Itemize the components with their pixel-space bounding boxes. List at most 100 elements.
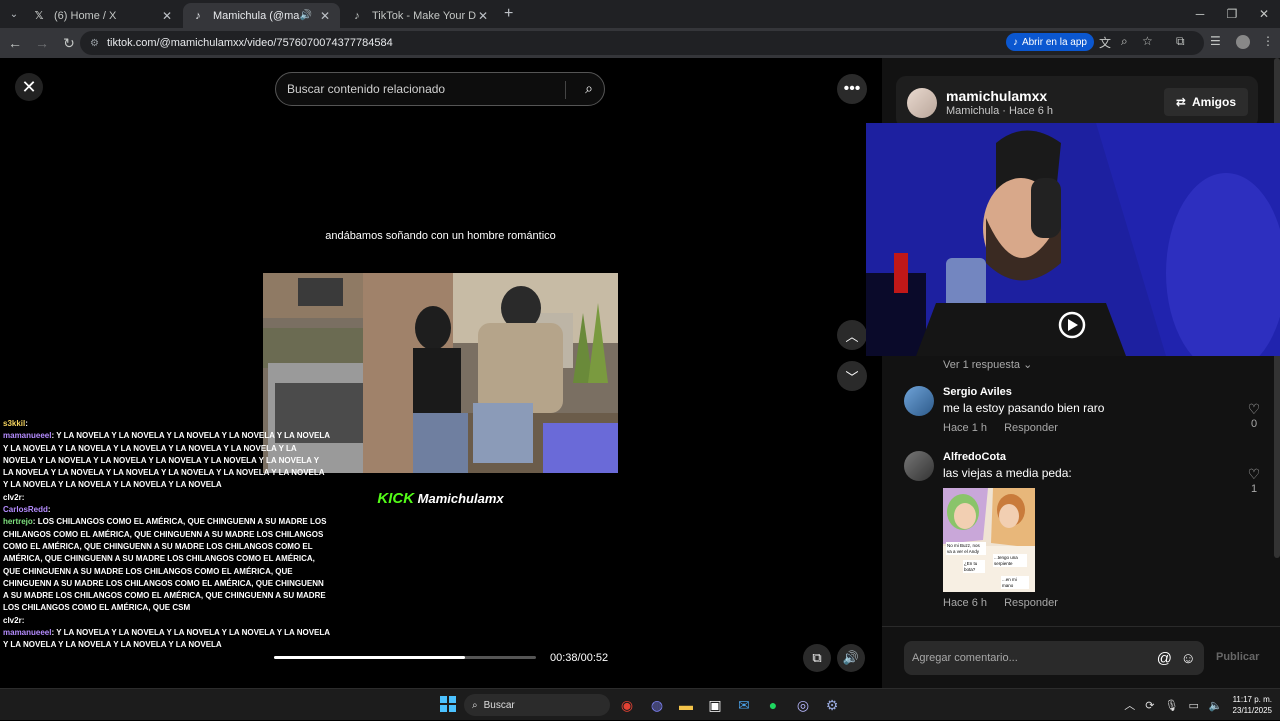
audio-playing-icon[interactable]: 🔊	[300, 10, 312, 21]
app-icon[interactable]: ◎	[793, 695, 813, 715]
browser-menu-icon[interactable]: ⋮	[1262, 34, 1274, 48]
discord-icon[interactable]: ◍	[647, 695, 667, 715]
store-icon[interactable]: ▣	[705, 695, 725, 715]
search-icon: ⌕	[472, 699, 478, 711]
publish-button[interactable]: Publicar	[1216, 651, 1259, 663]
view-replies-link[interactable]: Ver 1 respuesta ⌄	[943, 358, 1032, 371]
volume-icon[interactable]: 🔊	[837, 644, 865, 672]
chat-message: mamanueeel: Y LA NOVELA Y LA NOVELA Y LA…	[0, 430, 330, 491]
like-button[interactable]: ♡ 1	[1244, 466, 1264, 495]
tab-title: (6) Home / X	[54, 9, 117, 22]
zoom-icon[interactable]: ⌕	[1121, 34, 1128, 49]
restore-icon[interactable]: ❐	[1216, 0, 1248, 28]
browser-tab-bar: ⌄ 𝕏 (6) Home / X ✕ ♪ Mamichula (@mamichu…	[0, 0, 1280, 28]
volume-icon[interactable]: 🔈	[1209, 699, 1223, 712]
windows-start-icon[interactable]	[440, 696, 456, 712]
window-close-icon[interactable]: ✕	[1248, 0, 1280, 28]
tab-search-chevron-icon[interactable]: ⌄	[4, 4, 24, 24]
reload-icon[interactable]: ↻	[57, 31, 81, 55]
commenter-name[interactable]: Sergio Aviles	[943, 386, 1012, 398]
mention-icon[interactable]: @	[1157, 650, 1172, 667]
reply-button[interactable]: Responder	[1004, 422, 1058, 434]
microphone-icon[interactable]: 🎙	[1164, 699, 1178, 712]
next-video-chevron-down-icon[interactable]: ﹀	[837, 361, 867, 391]
previous-video-chevron-up-icon[interactable]: ︿	[837, 320, 867, 350]
video-time: 00:38/00:52	[550, 652, 609, 664]
forward-icon[interactable]: →	[30, 31, 54, 55]
sync-icon[interactable]: ⟳	[1145, 699, 1154, 712]
open-in-app-button[interactable]: ♪ Abrir en la app	[1005, 33, 1094, 51]
comment-meta: Hace 6 h Responder	[943, 597, 1072, 609]
video-progress-bar[interactable]	[274, 656, 536, 659]
video-progress-fill	[274, 656, 466, 659]
minimize-icon[interactable]: ─	[1184, 0, 1216, 28]
commenter-avatar[interactable]	[904, 386, 934, 416]
bookmark-star-icon[interactable]: ☆	[1142, 34, 1153, 48]
back-icon[interactable]: ←	[3, 31, 27, 55]
tiktok-logo-icon: ♪	[195, 9, 201, 22]
app-icon[interactable]: ⚙	[822, 695, 842, 715]
search-placeholder: Buscar contenido relacionado	[287, 82, 446, 96]
new-tab-icon[interactable]: +	[504, 5, 513, 23]
tab-mamichula[interactable]: ♪ Mamichula (@mamichulam 🔊 ✕	[183, 3, 340, 28]
heart-icon: ♡	[1247, 466, 1261, 482]
tab-close-icon[interactable]: ✕	[476, 9, 490, 23]
close-video-icon[interactable]: ✕	[15, 73, 43, 101]
search-icon[interactable]: ⌕	[585, 80, 593, 97]
profile-avatar[interactable]	[1236, 35, 1250, 49]
comment-meme-image[interactable]: No mi Buzz, nos va a ver el Andy ¿En tu …	[943, 488, 1035, 592]
chat-username: CarlosRedd	[3, 505, 48, 515]
tiktok-logo-icon: ♪	[1012, 36, 1018, 48]
swap-arrows-icon: ⇄	[1175, 95, 1186, 109]
translate-icon[interactable]: 文	[1099, 34, 1111, 51]
tab-tiktok[interactable]: ♪ TikTok - Make Your Day ✕	[342, 3, 498, 28]
commenter-name[interactable]: AlfredoCota	[943, 451, 1006, 463]
author-username[interactable]: mamichulamxx	[946, 88, 1047, 104]
comment-input[interactable]: Agregar comentario... @ ☺	[904, 641, 1204, 675]
chrome-icon[interactable]: ◉	[617, 695, 637, 715]
tiktok-logo-icon: ♪	[354, 9, 360, 22]
meme-bubble: No mi Buzz, nos va a ver el Andy	[946, 542, 986, 555]
reply-button[interactable]: Responder	[1004, 597, 1058, 609]
taskbar-search[interactable]: ⌕ Buscar	[464, 694, 610, 716]
friends-button[interactable]: ⇄ Amigos	[1163, 88, 1248, 116]
comment-time: Hace 1 h	[943, 422, 988, 434]
more-options-icon[interactable]: •••	[837, 74, 867, 104]
tab-close-icon[interactable]: ✕	[160, 9, 174, 23]
mail-icon[interactable]: ✉	[734, 695, 754, 715]
file-explorer-icon[interactable]: ▬	[676, 695, 696, 715]
chat-message: CarlosRedd:	[0, 504, 330, 516]
chat-username: mamanueeel	[3, 431, 52, 441]
comment-time: Hace 6 h	[943, 597, 988, 609]
taskbar-search-label: Buscar	[483, 699, 515, 711]
reading-list-icon[interactable]: ☰	[1210, 34, 1221, 48]
kick-logo-text: KICK	[377, 490, 415, 507]
emoji-icon[interactable]: ☺	[1181, 650, 1196, 667]
chat-message: hertrejo: LOS CHILANGOS COMO EL AMÉRICA,…	[0, 516, 330, 614]
spotify-icon[interactable]: ●	[763, 695, 783, 715]
floating-player-icon[interactable]: ⧉	[803, 644, 831, 672]
commenter-avatar[interactable]	[904, 451, 934, 481]
tab-x-home[interactable]: 𝕏 (6) Home / X ✕	[24, 3, 182, 28]
site-info-icon[interactable]: ⚙	[90, 38, 99, 49]
tray-chevron-up-icon[interactable]: ︿	[1124, 697, 1135, 713]
chat-separator: :	[47, 505, 51, 515]
tab-title: TikTok - Make Your Day	[372, 9, 476, 22]
system-clock[interactable]: 11:17 p. m. 23/11/2025	[1233, 694, 1272, 716]
like-button[interactable]: ♡ 0	[1244, 401, 1264, 430]
streamer-cam-graphic	[866, 123, 1280, 356]
comment-meta: Hace 1 h Responder	[943, 422, 1072, 434]
related-search-input[interactable]: Buscar contenido relacionado ⌕	[275, 72, 605, 106]
chat-separator: :	[21, 492, 25, 502]
author-avatar[interactable]	[907, 88, 937, 118]
clock-date: 23/11/2025	[1232, 706, 1272, 715]
extensions-icon[interactable]: ⧉	[1176, 34, 1185, 49]
chat-separator: :	[25, 419, 28, 428]
network-icon[interactable]: ▭	[1188, 699, 1198, 712]
author-subtitle: Mamichula · Hace 6 h	[946, 105, 1053, 117]
meme-bubble: ...tengo una serpiente	[993, 554, 1027, 567]
tab-close-icon[interactable]: ✕	[318, 9, 332, 23]
system-tray: ︿ ⟳ 🎙 ▭ 🔈 11:17 p. m. 23/11/2025	[1124, 689, 1272, 721]
like-count: 0	[1250, 418, 1258, 430]
chat-message: clv2r:	[0, 492, 330, 504]
